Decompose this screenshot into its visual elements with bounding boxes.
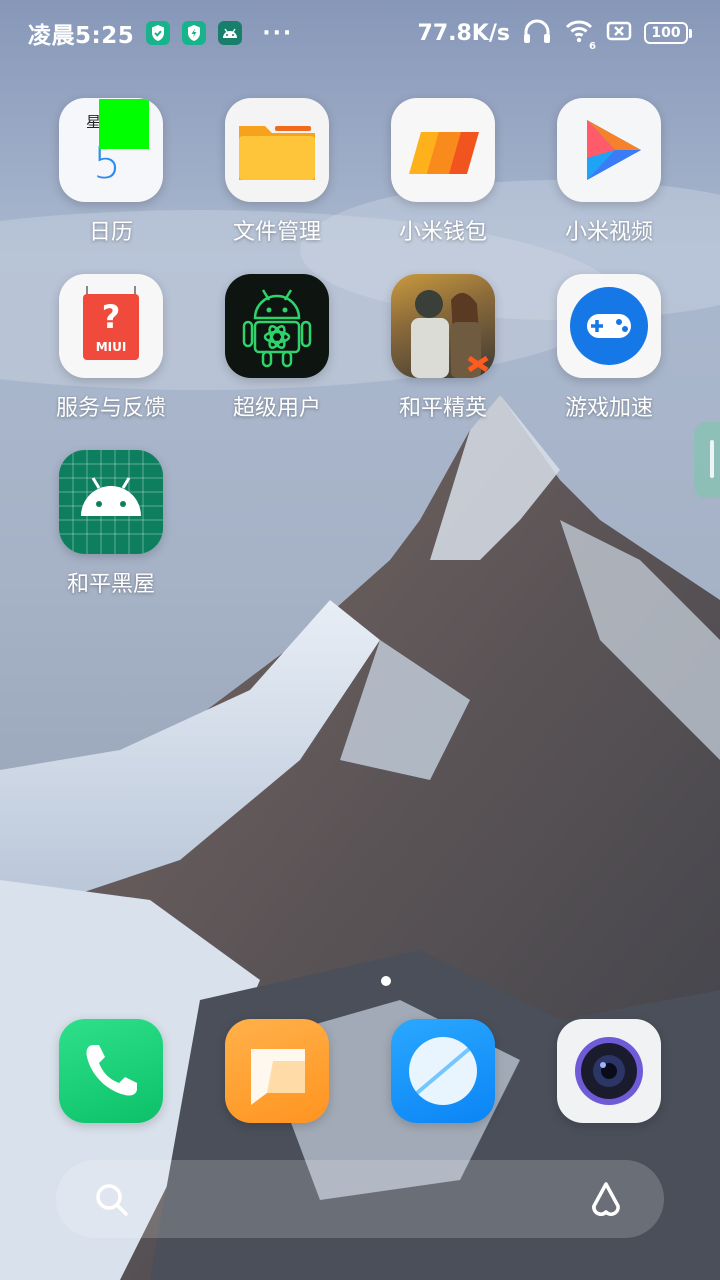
app-superuser[interactable]: 超级用户 — [194, 274, 360, 422]
app-mi-video[interactable]: 小米视频 — [526, 98, 692, 246]
app-label: 和平精英 — [398, 396, 487, 421]
search-icon[interactable] — [92, 1180, 132, 1224]
game-art-icon — [391, 274, 495, 378]
app-peace-darkroom[interactable]: 和平黑屋 — [28, 450, 194, 598]
battery-icon: 100 — [644, 22, 692, 44]
dock — [0, 1019, 720, 1125]
android-grid-icon — [59, 450, 163, 554]
app-label: 日历 — [88, 220, 133, 245]
phone-icon[interactable] — [59, 1019, 163, 1123]
camera-icon[interactable] — [557, 1019, 661, 1123]
edge-handle[interactable] — [694, 422, 720, 498]
app-label: 服务与反馈 — [55, 396, 166, 421]
assistant-icon[interactable] — [584, 1180, 628, 1224]
status-bar: 凌晨5:25 ··· 77.8K/s 6 100 — [0, 0, 720, 66]
android-icon — [218, 21, 243, 45]
app-label: 小米视频 — [564, 220, 653, 245]
battery-level: 100 — [644, 22, 688, 44]
app-service-feedback[interactable]: ? MIUI 服务与反馈 — [28, 274, 194, 422]
wallet-icon — [391, 98, 495, 202]
shield-icon — [146, 21, 171, 45]
shield-bolt-icon — [182, 21, 207, 45]
search-bar[interactable] — [56, 1160, 664, 1238]
headphones-icon — [522, 17, 552, 49]
video-play-icon — [557, 98, 661, 202]
wifi-badge: 6 — [589, 41, 596, 52]
gamepad-icon — [557, 274, 661, 378]
folder-icon — [225, 98, 329, 202]
app-file-manager[interactable]: 文件管理 — [194, 98, 360, 246]
calendar-icon: 星 5 — [59, 98, 163, 202]
messages-icon[interactable] — [225, 1019, 329, 1123]
browser-icon[interactable] — [391, 1019, 495, 1123]
sim-none-icon — [606, 20, 632, 46]
app-game-turbo[interactable]: 游戏加速 — [526, 274, 692, 422]
app-calendar[interactable]: 星 5 日历 — [28, 98, 194, 246]
app-label: 超级用户 — [232, 396, 321, 421]
feedback-icon: ? MIUI — [59, 274, 163, 378]
app-label: 文件管理 — [232, 220, 321, 245]
wifi-icon: 6 — [564, 18, 596, 52]
status-time: 凌晨5:25 — [28, 23, 135, 49]
page-indicator — [381, 976, 391, 986]
app-label: 和平黑屋 — [66, 572, 155, 597]
app-label: 小米钱包 — [398, 220, 487, 245]
marker-square — [99, 99, 149, 149]
app-label: 游戏加速 — [564, 396, 653, 421]
more-notifications: ··· — [262, 20, 294, 46]
app-mi-wallet[interactable]: 小米钱包 — [360, 98, 526, 246]
app-peace-elite[interactable]: 和平精英 — [360, 274, 526, 422]
android-atom-icon — [225, 274, 329, 378]
network-speed: 77.8K/s — [417, 20, 510, 46]
